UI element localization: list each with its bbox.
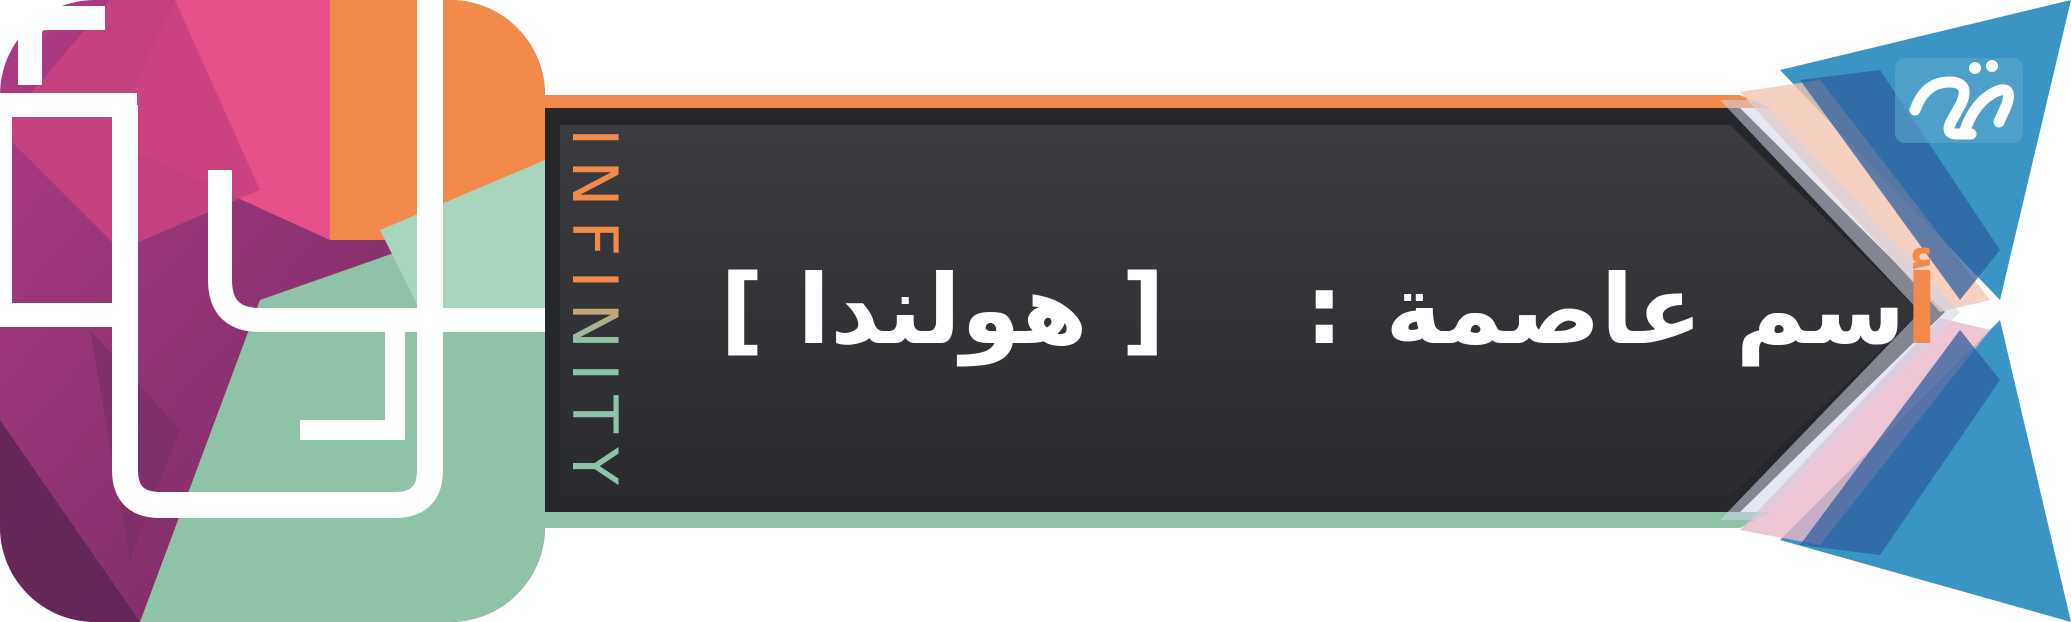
brand-vertical-word: INFINITY — [558, 127, 632, 499]
question-label-accent: أ — [1905, 254, 1939, 366]
question-label: أسم عاصمة — [1385, 254, 1938, 366]
question-label-rest: سم عاصمة — [1385, 254, 1906, 366]
question-line: [ هولندا ] : أسم عاصمة — [720, 235, 1936, 385]
separator: : — [1304, 254, 1346, 366]
banner-card: INFINITY [ هولندا ] : أسم عاصمة — [0, 0, 2071, 622]
answer-text: [ هولندا ] — [720, 254, 1165, 366]
brand-word: INFINITY — [558, 127, 632, 499]
publisher-mark-icon — [1895, 58, 2023, 143]
